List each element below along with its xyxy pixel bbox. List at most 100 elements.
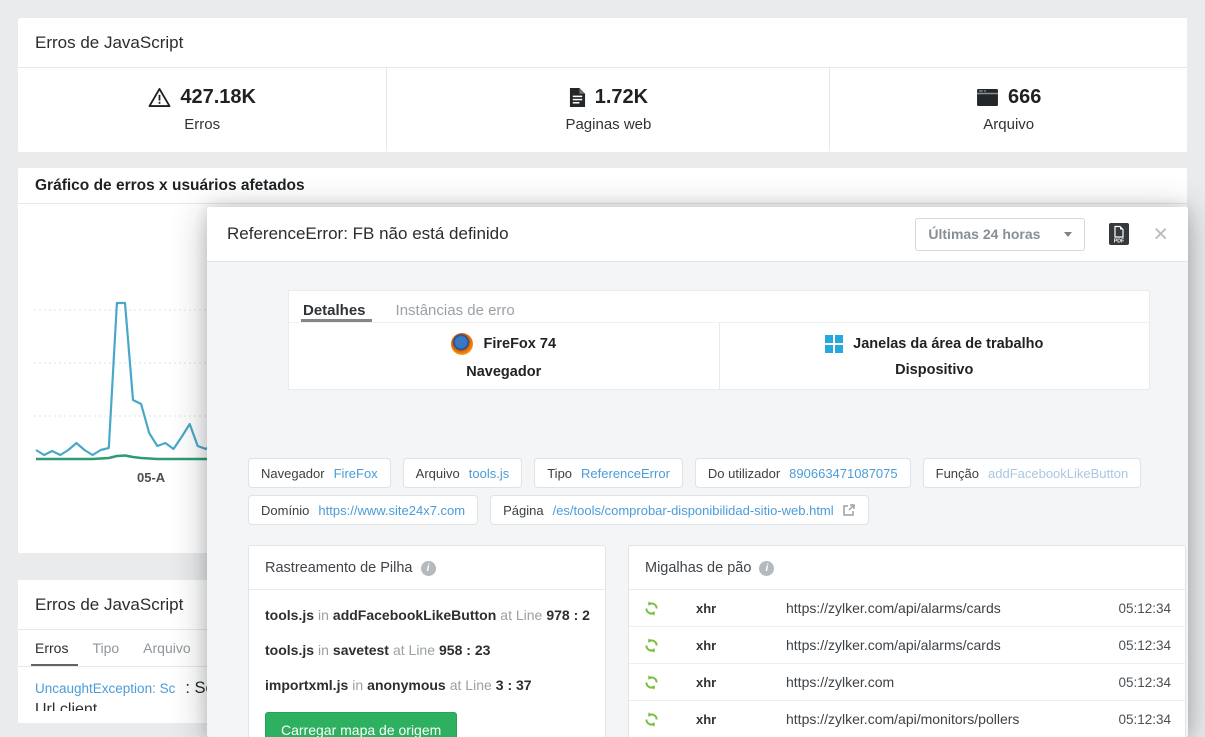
stats-row: 427.18K Erros 1.72K Paginas web 666 Arqu… — [18, 68, 1187, 151]
error-detail-modal: ReferenceError: FB não está definido Últ… — [207, 207, 1188, 737]
pill-label: Navegador — [261, 465, 325, 481]
error-link[interactable]: UncaughtException: Sc — [35, 681, 175, 696]
pill-value[interactable]: https://www.site24x7.com — [318, 503, 465, 518]
file-window-icon — [976, 88, 999, 107]
browser-device-row: FireFox 74 Navegador Janelas da área de … — [289, 323, 1149, 389]
breadcrumbs-header: Migalhas de pão i — [629, 546, 1185, 590]
pill-label: Domínio — [261, 502, 310, 518]
stack-trace-header: Rastreamento de Pilha i — [249, 546, 605, 590]
attribute-pills-row1: Navegador FireFox Arquivo tools.js Tipo … — [248, 458, 1142, 488]
frame-line: 958 : 23 — [439, 642, 491, 658]
windows-icon — [825, 334, 844, 353]
frame-file: tools.js — [265, 642, 315, 658]
export-pdf-icon[interactable]: PDF — [1109, 223, 1130, 245]
refresh-icon — [643, 711, 660, 728]
tab-tipo[interactable]: Tipo — [92, 640, 119, 666]
pill-label: Tipo — [547, 465, 573, 481]
stat-label: Arquivo — [983, 116, 1035, 133]
stack-trace-card: Rastreamento de Pilha i tools.js in addFac… — [248, 545, 606, 737]
refresh-icon — [643, 637, 660, 654]
device-label: Dispositivo — [895, 361, 974, 378]
pill-pagina: Página /es/tools/comprobar-disponibilida… — [490, 495, 869, 525]
device-value: Janelas da área de trabalho — [853, 335, 1044, 352]
pill-label: Arquivo — [415, 465, 460, 481]
info-icon[interactable]: i — [759, 560, 775, 576]
frame-file: importxml.js — [265, 677, 349, 693]
errors-users-line-chart — [34, 301, 224, 461]
pill-label: Função — [935, 465, 979, 481]
pill-value: addFacebookLikeButton — [988, 465, 1129, 481]
pill-arquivo: Arquivo tools.js — [402, 458, 523, 488]
stack-frame: tools.js in addFacebookLikeButton at Line 97… — [265, 605, 590, 625]
breadcrumbs-card: Migalhas de pão i xhr https://zylker.com… — [628, 545, 1186, 737]
pill-tipo: Tipo ReferenceError — [534, 458, 683, 488]
stat-value: 666 — [1008, 86, 1042, 108]
frame-in: in — [318, 607, 329, 623]
chevron-down-icon — [1064, 231, 1073, 237]
modal-controls: Últimas 24 horas PDF × — [915, 217, 1168, 251]
breadcrumb-row: xhr https://zylker.com/api/monitors/poll… — [629, 701, 1185, 737]
breadcrumb-rows: xhr https://zylker.com/api/alarms/cards … — [629, 590, 1185, 737]
js-errors-summary-panel: Erros de JavaScript 427.18K Erros 1.72K … — [18, 18, 1187, 152]
pill-funcao: Função addFacebookLikeButton — [922, 458, 1142, 488]
breadcrumb-type: xhr — [696, 637, 717, 653]
refresh-icon — [643, 674, 660, 691]
stat-arquivo: 666 Arquivo — [830, 68, 1187, 151]
tab-erros[interactable]: Erros — [30, 640, 80, 666]
breadcrumb-url: https://zylker.com/api/alarms/cards — [786, 600, 1001, 616]
frame-line: 978 : 2 — [546, 607, 590, 623]
stat-label: Paginas web — [565, 116, 652, 133]
browser-label: Navegador — [466, 363, 542, 380]
svg-text:PDF: PDF — [1114, 239, 1124, 245]
breadcrumb-row: xhr https://zylker.com/api/alarms/cards … — [629, 590, 1185, 627]
stat-paginas-web: 1.72K Paginas web — [387, 68, 831, 151]
pill-value[interactable]: /es/tools/comprobar-disponibilidad-sitio… — [553, 503, 834, 518]
browser-cell: FireFox 74 Navegador — [289, 323, 719, 389]
error-summary-card: Detalhes Instâncias de erro FireFox 74 N… — [288, 290, 1150, 390]
breadcrumb-url: https://zylker.com — [786, 674, 895, 690]
external-link-icon[interactable] — [842, 503, 856, 517]
frame-in: in — [318, 642, 329, 658]
frame-line: 3 : 37 — [495, 677, 532, 693]
chart-title: Gráfico de erros x usuários afetados — [18, 168, 1187, 204]
stat-value: 1.72K — [594, 86, 649, 108]
frame-at: at Line — [392, 642, 436, 658]
frame-function: savetest — [332, 642, 389, 658]
tab-detalhes[interactable]: Detalhes — [301, 302, 372, 322]
attribute-pills-row2: Domínio https://www.site24x7.com Página … — [248, 495, 869, 525]
close-icon[interactable]: × — [1153, 222, 1168, 247]
refresh-icon — [643, 600, 660, 617]
info-icon[interactable]: i — [420, 560, 436, 576]
warning-triangle-icon — [148, 87, 171, 108]
breadcrumb-url: https://zylker.com/api/monitors/pollers — [786, 711, 1020, 727]
breadcrumb-type: xhr — [696, 600, 717, 616]
error-text-partial: Url client — [35, 701, 98, 711]
modal-tabs: Detalhes Instâncias de erro — [289, 291, 1149, 323]
tab-arquivo[interactable]: Arquivo — [143, 640, 190, 666]
stack-frame: importxml.js in anonymous at Line 3 : 37 — [265, 675, 589, 695]
frame-in: in — [352, 677, 364, 693]
stack-frames: tools.js in addFacebookLikeButton at Line 97… — [249, 590, 605, 695]
breadcrumb-time: 05:12:34 — [1118, 637, 1171, 653]
x-axis-tick-label: 05-A — [137, 470, 166, 485]
stat-label: Erros — [184, 116, 221, 133]
pill-value[interactable]: 890663471087075 — [789, 466, 897, 481]
pill-value[interactable]: FireFox — [334, 466, 378, 481]
pill-value[interactable]: ReferenceError — [581, 466, 670, 481]
tab-instancias-de-erro[interactable]: Instâncias de erro — [396, 302, 515, 322]
stat-erros: 427.18K Erros — [18, 68, 388, 151]
frame-at: at Line — [500, 607, 543, 623]
breadcrumb-time: 05:12:34 — [1118, 600, 1171, 616]
breadcrumb-url: https://zylker.com/api/alarms/cards — [786, 637, 1001, 653]
breadcrumb-type: xhr — [696, 711, 717, 727]
time-range-dropdown[interactable]: Últimas 24 horas — [915, 217, 1086, 251]
breadcrumbs-title: Migalhas de pão — [645, 560, 752, 576]
modal-header: ReferenceError: FB não está definido Últ… — [207, 207, 1188, 262]
frame-function: addFacebookLikeButton — [332, 607, 497, 623]
pill-value[interactable]: tools.js — [469, 466, 509, 481]
firefox-icon — [451, 332, 474, 355]
breadcrumb-time: 05:12:34 — [1118, 711, 1171, 727]
load-source-map-button[interactable]: Carregar mapa de origem — [265, 712, 458, 737]
breadcrumb-type: xhr — [696, 674, 717, 690]
pill-navegador: Navegador FireFox — [248, 458, 391, 488]
